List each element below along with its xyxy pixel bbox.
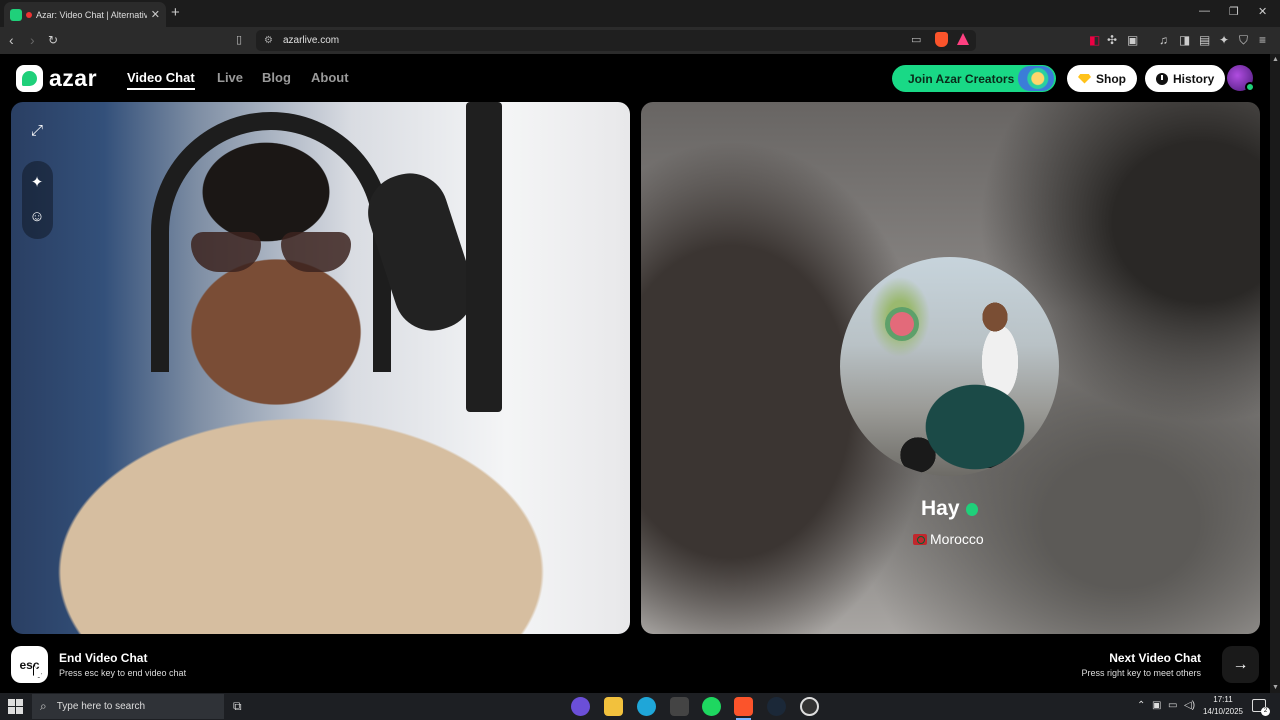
site-settings-icon[interactable]: ⚙ [264,35,273,46]
end-chat-title: End Video Chat [59,651,148,665]
expand-video-icon[interactable]: ⤢ [22,115,52,145]
azar-page: azar Video Chat Live Blog About Join Aza… [0,54,1270,693]
azar-logo[interactable]: azar [16,65,97,92]
partner-name: Hay [921,497,960,520]
app-icon-8[interactable] [800,697,819,716]
user-avatar[interactable] [1227,65,1255,92]
maximize-button[interactable]: ❐ [1229,5,1239,18]
extension-badge-icon[interactable]: ◧ [1089,33,1100,47]
back-icon[interactable]: ‹ [9,32,14,48]
store-icon[interactable] [670,697,689,716]
volume-icon[interactable]: ◁) [1184,700,1195,711]
extensions-puzzle-icon[interactable]: ✣ [1107,33,1117,47]
forward-icon[interactable]: › [30,32,35,48]
browser-tab-bar: Azar: Video Chat | Alternative ✕ + — ❐ ✕ [0,0,1280,27]
creators-art-icon [1018,66,1054,91]
browser-menu-icon[interactable]: ≡ [1259,33,1266,47]
verified-badge-icon [965,502,978,516]
history-button[interactable]: History [1145,65,1226,92]
history-label: History [1173,71,1215,86]
tray-expand-icon[interactable]: ⌃ [1137,700,1145,711]
reload-icon[interactable]: ↻ [48,33,58,47]
next-chat-title: Next Video Chat [1109,651,1201,665]
scroll-up-icon[interactable]: ▲ [1272,56,1279,63]
brave-taskbar-icon[interactable] [734,697,753,720]
next-chat-hint: Press right key to meet others [1081,668,1201,678]
task-view-icon[interactable]: ⧉ [233,699,242,714]
url-text: azarlive.com [282,35,340,46]
network-icon[interactable]: ▭ [1168,700,1177,711]
camera-sunglasses [191,232,351,274]
browser-tab[interactable]: Azar: Video Chat | Alternative ✕ [4,2,166,27]
camera-mic-stand [466,102,502,412]
new-tab-button[interactable]: + [171,4,180,21]
join-creators-label: Join Azar Creators [908,71,1015,86]
wallet-icon[interactable]: ▤ [1199,33,1210,47]
azar-logo-icon [16,65,43,92]
tab-close-icon[interactable]: ✕ [151,8,160,21]
edge-icon[interactable] [637,697,656,716]
browser-toolbar: ‹ › ↻ ▯ ⚙ azarlive.com ▭ ◧ ✣ ▣ ♫ ◨ ▤ ✦ ⛉… [0,27,1280,54]
windows-taskbar: ⌕ Type here to search ⧉ ⌃ ▣ ▭ ◁) 17:11 1… [0,693,1280,720]
shop-label: Shop [1096,71,1126,86]
clock-time[interactable]: 17:11 [1203,695,1243,704]
taskbar-search-box[interactable]: ⌕ Type here to search [32,694,224,719]
azar-favicon-icon [10,8,22,21]
leo-ai-icon[interactable]: ✦ [1219,33,1229,47]
notifications-icon[interactable]: 2 [1252,699,1270,716]
next-chat-button[interactable]: → [1222,646,1259,683]
shop-button[interactable]: Shop [1067,65,1137,92]
scroll-down-icon[interactable]: ▼ [1272,684,1279,691]
partner-profile-photo [840,257,1059,476]
tab-title: Azar: Video Chat | Alternative [36,9,147,20]
bookmark-icon[interactable]: ▯ [236,33,242,46]
recording-indicator-icon [26,11,32,18]
clock-date[interactable]: 14/10/2025 [1200,707,1246,716]
country-name: Morocco [930,531,984,547]
face-filter-icon[interactable]: ☺ [22,201,52,231]
partner-name-row: Hay [921,497,978,521]
gem-icon [1078,73,1091,84]
join-creators-button[interactable]: Join Azar Creators [892,65,1056,92]
spotify-icon[interactable] [702,697,721,716]
mural-flower [890,312,914,336]
cast-icon[interactable]: ▭ [911,33,921,46]
nav-about[interactable]: About [311,70,349,85]
end-chat-button[interactable]: esc [11,646,48,683]
self-camera-feed [11,102,630,634]
notification-count: 2 [1261,707,1270,716]
nav-blog[interactable]: Blog [262,70,291,85]
vpn-shield-icon[interactable]: ⛉ [1239,33,1248,48]
search-placeholder: Type here to search [56,701,146,712]
logo-wordmark: azar [49,65,98,91]
partner-country: Morocco [913,531,984,547]
end-chat-hint: Press esc key to end video chat [59,668,187,678]
media-icon[interactable]: ♫ [1159,33,1168,47]
brave-shields-icon[interactable] [935,32,948,47]
nav-video-chat[interactable]: Video Chat [127,70,195,90]
search-icon: ⌕ [40,699,47,713]
file-explorer-icon[interactable] [604,697,623,716]
steam-icon[interactable] [767,697,786,716]
nav-live[interactable]: Live [217,70,243,85]
tray-app-icon[interactable]: ▣ [1152,700,1161,711]
windows-start-icon[interactable] [8,699,23,714]
brave-rewards-icon[interactable] [957,33,969,45]
address-bar[interactable]: ⚙ azarlive.com [256,30,976,51]
morocco-flag-icon [913,533,927,545]
online-status-icon [1245,82,1255,92]
app-icon-1[interactable] [571,697,590,716]
history-clock-icon [1156,72,1168,85]
screenshot-icon[interactable]: ▣ [1127,33,1138,47]
minimize-button[interactable]: — [1199,5,1210,17]
effects-sparkle-icon[interactable]: ✦ [22,167,52,197]
sidebar-icon[interactable]: ◨ [1179,33,1190,47]
window-close-button[interactable]: ✕ [1258,5,1267,18]
page-scrollbar[interactable]: ▲ ▼ [1270,54,1280,693]
